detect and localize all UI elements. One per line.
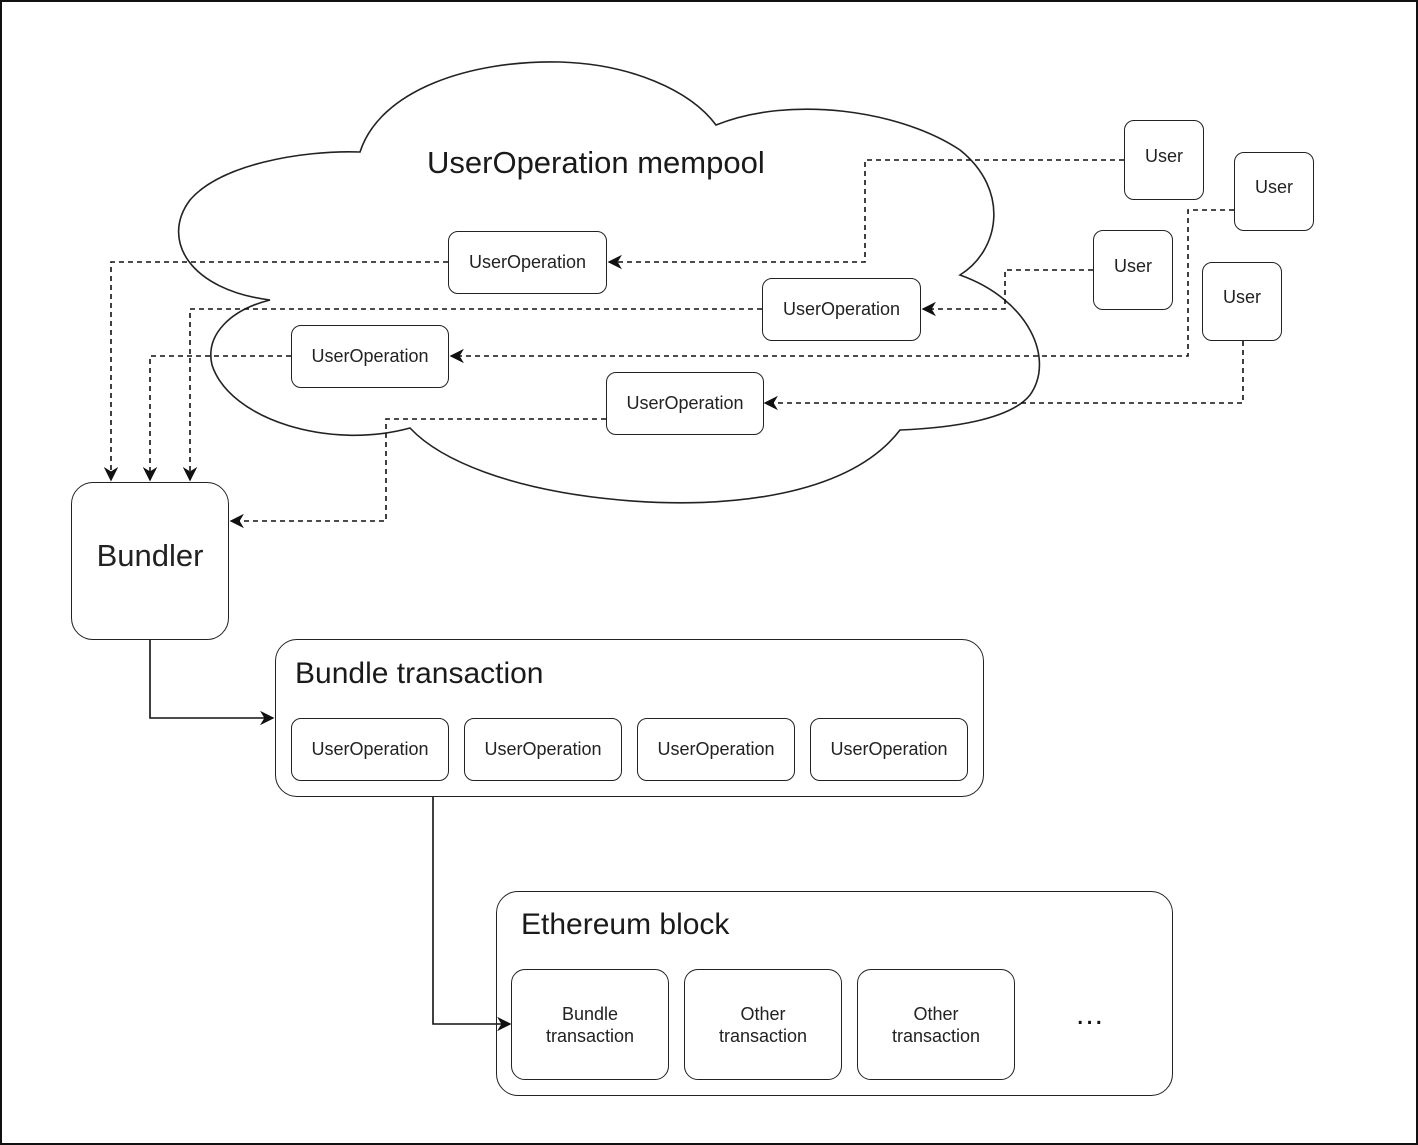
bundle-userop-1[interactable]: UserOperation	[291, 718, 449, 781]
edge-bundler-to-bundle-transaction	[149, 640, 275, 726]
userop-label: UserOperation	[782, 299, 901, 319]
mempool-userop-2[interactable]: UserOperation	[762, 278, 921, 341]
tx-label-line1: Bundle	[561, 1003, 619, 1024]
mempool-userop-1[interactable]: UserOperation	[448, 231, 607, 294]
mempool-userop-4[interactable]: UserOperation	[606, 372, 764, 435]
bundler-label: Bundler	[96, 538, 204, 573]
mempool-userop-3[interactable]: UserOperation	[291, 325, 449, 388]
userop-label: UserOperation	[484, 739, 602, 759]
userop-label: UserOperation	[626, 393, 744, 413]
user-box-3[interactable]: User	[1093, 230, 1173, 310]
block-tx-other-1[interactable]: Other transaction	[684, 969, 842, 1080]
tx-label-line2: transaction	[718, 1025, 808, 1046]
userop-label: UserOperation	[468, 252, 587, 272]
bundle-userop-4[interactable]: UserOperation	[810, 718, 968, 781]
user-label: User	[1254, 177, 1293, 197]
block-tx-bundle[interactable]: Bundle transaction	[511, 969, 669, 1080]
bundle-userop-2[interactable]: UserOperation	[464, 718, 622, 781]
bundler-box[interactable]: Bundler	[71, 482, 229, 640]
userop-label: UserOperation	[830, 739, 948, 759]
edge-userop4-to-bundler	[229, 418, 606, 529]
user-label: User	[1222, 287, 1261, 307]
user-box-4[interactable]: User	[1202, 262, 1282, 341]
user-box-1[interactable]: User	[1124, 120, 1204, 200]
block-tx-other-2[interactable]: Other transaction	[857, 969, 1015, 1080]
tx-label-line1: Other	[740, 1003, 786, 1024]
tx-label-line1: Other	[913, 1003, 959, 1024]
bundle-transaction-title: Bundle transaction	[295, 657, 544, 690]
bundle-userop-3[interactable]: UserOperation	[637, 718, 795, 781]
more-transactions-ellipsis: ...	[1076, 998, 1105, 1031]
user-box-2[interactable]: User	[1234, 152, 1314, 231]
userop-label: UserOperation	[311, 739, 429, 759]
ethereum-block-title: Ethereum block	[521, 908, 730, 941]
tx-label-line2: transaction	[891, 1025, 981, 1046]
userop-label: UserOperation	[657, 739, 775, 759]
user-label: User	[1144, 145, 1183, 166]
tx-label-line2: transaction	[545, 1025, 635, 1046]
mempool-title: UserOperation mempool	[427, 145, 765, 180]
userop-label: UserOperation	[311, 346, 429, 366]
edge-user4-to-userop4	[763, 341, 1244, 411]
user-label: User	[1113, 255, 1152, 276]
